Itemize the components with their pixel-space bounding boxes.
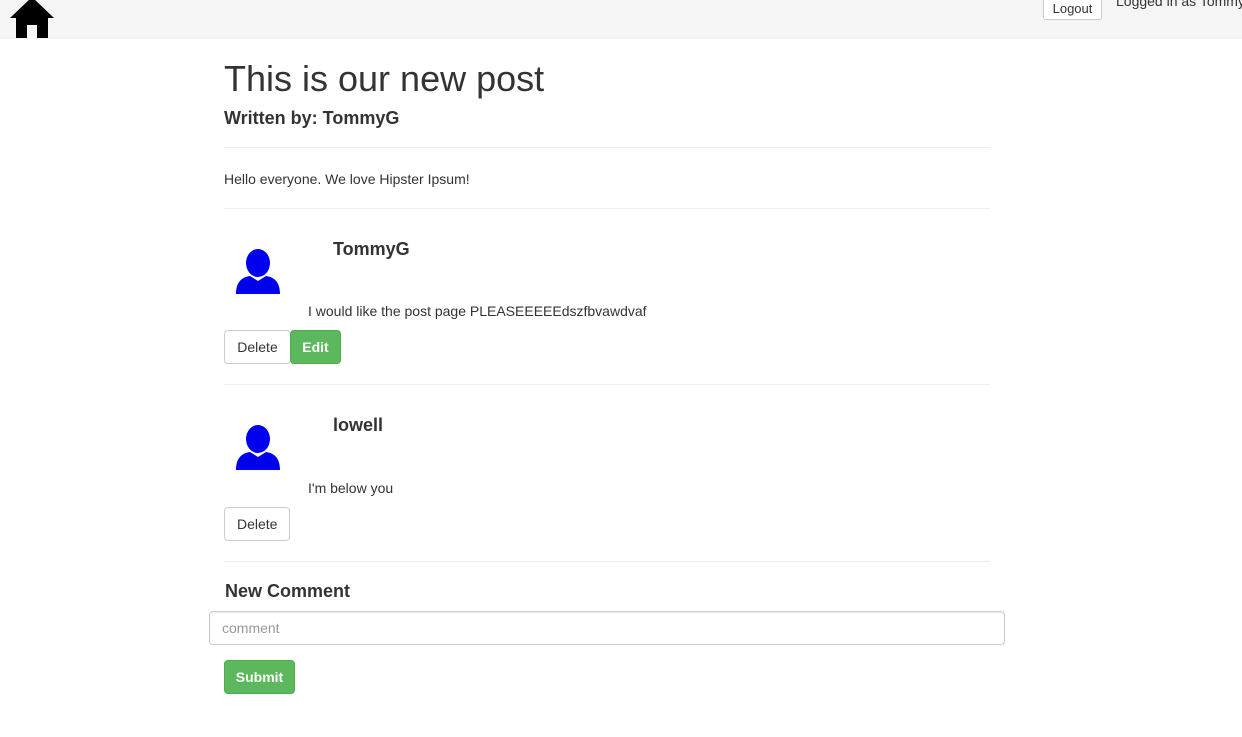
post-author: Written by: TommyG <box>224 108 400 128</box>
divider <box>224 561 990 562</box>
post-title: This is our new post <box>224 58 545 99</box>
user-icon <box>236 249 280 294</box>
home-icon[interactable] <box>8 0 56 38</box>
divider <box>224 147 990 148</box>
comment-text: I would like the post page PLEASEEEEEdsz… <box>308 303 647 319</box>
delete-button[interactable]: Delete <box>224 330 291 364</box>
new-comment-heading: New Comment <box>225 581 351 601</box>
comment-author: lowell <box>333 415 384 435</box>
comment-input[interactable] <box>209 611 1005 645</box>
navbar: Logout Logged in as Tommy <box>0 0 1242 39</box>
logged-in-status: Logged in as Tommy <box>1116 0 1242 9</box>
submit-button[interactable]: Submit <box>224 660 295 694</box>
edit-button[interactable]: Edit <box>290 330 341 364</box>
comment-author: TommyG <box>333 239 410 259</box>
logout-button[interactable]: Logout <box>1043 0 1102 20</box>
user-icon <box>236 425 280 470</box>
post-body: Hello everyone. We love Hipster Ipsum! <box>224 171 470 187</box>
divider <box>224 384 990 385</box>
comment-text: I'm below you <box>308 480 394 496</box>
divider <box>224 208 990 209</box>
delete-button[interactable]: Delete <box>224 507 290 541</box>
